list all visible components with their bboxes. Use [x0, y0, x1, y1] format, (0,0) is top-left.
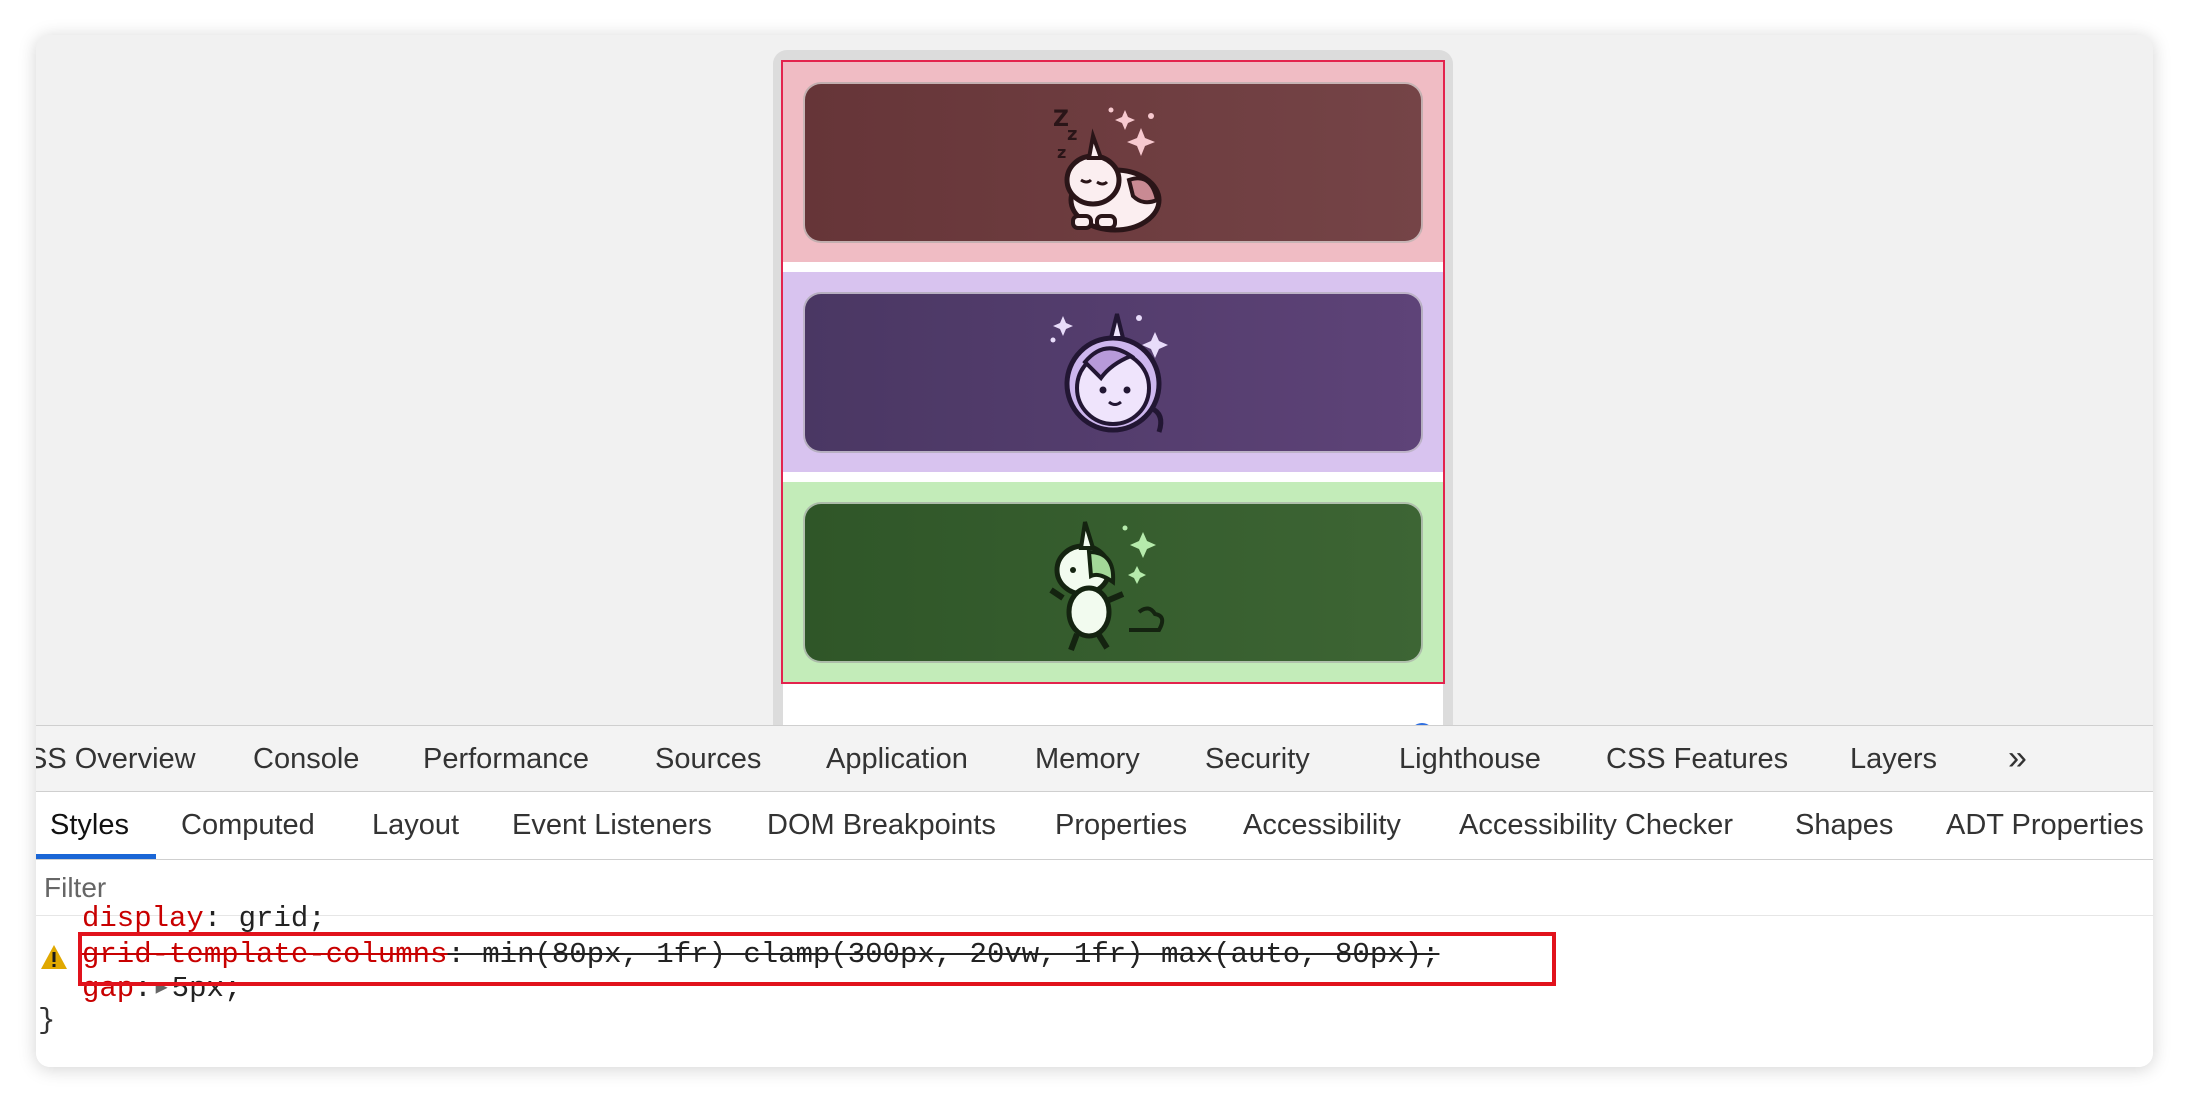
warning-icon[interactable]: [40, 944, 68, 970]
tab-security[interactable]: Security: [1205, 742, 1310, 776]
dancing-unicorn-icon: [1049, 520, 1165, 651]
styles-rule: display: grid; grid-template-columns: mi…: [36, 902, 2153, 1067]
tab-shapes[interactable]: Shapes: [1795, 808, 1893, 842]
tab-performance[interactable]: Performance: [423, 742, 589, 776]
tab-layout[interactable]: Layout: [372, 808, 459, 842]
sleeping-unicorn-icon: Z z z: [1053, 107, 1162, 232]
card-astronaut-unicorn[interactable]: [803, 292, 1423, 453]
tab-styles[interactable]: Styles: [50, 808, 129, 842]
card-sleeping-unicorn[interactable]: Z z z: [803, 82, 1423, 243]
card-dancing-unicorn[interactable]: [803, 502, 1423, 663]
tab-properties[interactable]: Properties: [1055, 808, 1187, 842]
astronaut-unicorn-icon: [1050, 313, 1168, 433]
rule-closing-brace: }: [38, 1004, 56, 1037]
devtools-panel: SS Overview Console Performance Sources …: [36, 725, 2153, 1067]
tab-computed[interactable]: Computed: [181, 808, 315, 842]
svg-text:z: z: [1067, 124, 1077, 145]
tab-accessibility[interactable]: Accessibility: [1243, 808, 1401, 842]
tab-layers[interactable]: Layers: [1850, 742, 1937, 776]
tab-css-features[interactable]: CSS Features: [1606, 742, 1788, 776]
tab-css-overview[interactable]: SS Overview: [36, 742, 196, 776]
tab-console[interactable]: Console: [253, 742, 359, 776]
styles-filter-bar: [36, 860, 2153, 916]
tab-application[interactable]: Application: [826, 742, 968, 776]
elements-sidebar-tabs: Styles Computed Layout Event Listeners D…: [36, 792, 2153, 860]
css-property-name: display: [82, 902, 204, 935]
devtools-main-tabs: SS Overview Console Performance Sources …: [36, 726, 2153, 792]
browser-window: Z z z SS Overview Console Performance So…: [36, 35, 2153, 1067]
css-property-value: grid;: [238, 902, 326, 935]
tab-accessibility-checker[interactable]: Accessibility Checker: [1459, 808, 1733, 842]
annotation-highlight-box: [78, 932, 1556, 986]
svg-text:z: z: [1057, 143, 1066, 162]
tab-lighthouse[interactable]: Lighthouse: [1399, 742, 1541, 776]
page-viewport: Z z z: [36, 35, 2153, 770]
tab-sources[interactable]: Sources: [655, 742, 761, 776]
tab-event-listeners[interactable]: Event Listeners: [512, 808, 712, 842]
more-tabs-icon[interactable]: »: [2008, 738, 2027, 778]
tab-dom-breakpoints[interactable]: DOM Breakpoints: [767, 808, 996, 842]
filter-input[interactable]: [44, 868, 2144, 908]
css-declaration-display[interactable]: display: grid;: [82, 902, 326, 936]
tab-adt-properties[interactable]: ADT Properties: [1946, 808, 2144, 842]
tab-memory[interactable]: Memory: [1035, 742, 1140, 776]
active-tab-underline: [36, 854, 156, 859]
